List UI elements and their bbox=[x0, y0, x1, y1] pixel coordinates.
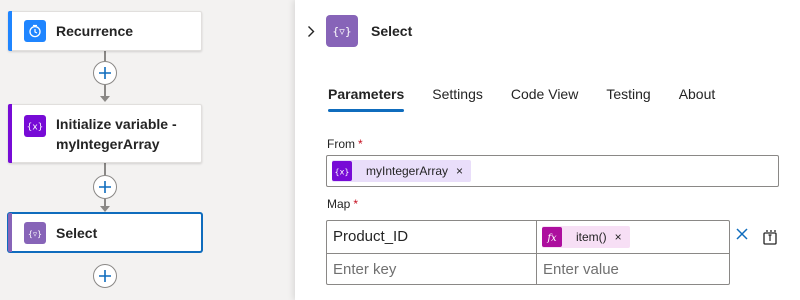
map-value-input[interactable]: Enter value bbox=[537, 254, 730, 286]
svg-text:{▿}: {▿} bbox=[332, 25, 352, 38]
map-key-input[interactable]: Enter key bbox=[327, 254, 536, 286]
clock-icon bbox=[24, 20, 46, 42]
arrow-down-icon bbox=[100, 206, 110, 212]
map-table: Product_ID fx item() × Enter key Enter v… bbox=[326, 220, 730, 285]
token-remove-button[interactable]: × bbox=[456, 164, 463, 178]
map-value-input[interactable]: fx item() × bbox=[537, 221, 730, 253]
plus-icon bbox=[99, 270, 111, 282]
svg-text:fx: fx bbox=[546, 233, 557, 244]
fx-icon: fx bbox=[542, 227, 562, 247]
required-mark: * bbox=[353, 197, 359, 211]
map-label-text: Map bbox=[327, 197, 351, 211]
variable-icon: {x} bbox=[24, 114, 46, 137]
step-accent-bar bbox=[8, 213, 12, 252]
flow-step-initialize-variable[interactable]: {x} Initialize variable - myIntegerArray bbox=[8, 104, 202, 163]
connector-line bbox=[104, 51, 106, 61]
token-remove-button[interactable]: × bbox=[615, 230, 622, 244]
tab-testing[interactable]: Testing bbox=[606, 84, 650, 112]
variable-icon: {x} bbox=[332, 161, 352, 181]
plus-icon bbox=[99, 181, 111, 193]
delete-row-button[interactable] bbox=[733, 225, 751, 243]
flow-canvas: Recurrence {x} Initialize variable - myI… bbox=[0, 0, 295, 300]
svg-text:{x}: {x} bbox=[335, 168, 350, 177]
token-label: myIntegerArray bbox=[366, 164, 449, 178]
plus-icon bbox=[99, 67, 111, 79]
panel-title: Select bbox=[371, 23, 413, 39]
map-key-input[interactable]: Product_ID bbox=[327, 221, 536, 253]
add-step-button[interactable] bbox=[93, 175, 117, 199]
flow-step-recurrence[interactable]: Recurrence bbox=[8, 11, 202, 51]
switch-to-text-mode-button[interactable] bbox=[761, 228, 779, 246]
key-placeholder: Enter key bbox=[333, 261, 397, 278]
step-title: Recurrence bbox=[56, 23, 134, 39]
token-label: item() bbox=[576, 230, 607, 244]
required-mark: * bbox=[358, 137, 363, 151]
connector-line bbox=[104, 85, 106, 96]
data-operation-icon: {▿} bbox=[326, 15, 358, 47]
svg-text:{x}: {x} bbox=[27, 122, 43, 132]
chevron-right-icon[interactable] bbox=[304, 23, 318, 39]
add-step-button[interactable] bbox=[93, 264, 117, 288]
step-title: Initialize variable - myIntegerArray bbox=[56, 115, 177, 152]
tab-code-view[interactable]: Code View bbox=[511, 84, 578, 112]
map-key-value: Product_ID bbox=[333, 228, 409, 245]
tab-parameters[interactable]: Parameters bbox=[328, 84, 405, 112]
variable-token[interactable]: {x} myIntegerArray × bbox=[332, 160, 472, 182]
step-accent-bar bbox=[8, 11, 12, 51]
tab-settings[interactable]: Settings bbox=[432, 84, 483, 112]
add-step-button[interactable] bbox=[93, 61, 117, 85]
from-input[interactable]: {x} myIntegerArray × bbox=[326, 155, 779, 187]
tab-list: Parameters Settings Code View Testing Ab… bbox=[328, 84, 743, 112]
value-placeholder: Enter value bbox=[543, 261, 619, 278]
connector-line bbox=[104, 163, 106, 175]
from-label-text: From bbox=[327, 137, 355, 151]
data-operation-icon: {▿} bbox=[24, 221, 46, 244]
map-label: Map * bbox=[327, 196, 358, 212]
action-details-panel: {▿} Select Parameters Settings Code View… bbox=[295, 0, 800, 300]
tab-about[interactable]: About bbox=[679, 84, 716, 112]
close-icon bbox=[736, 228, 748, 240]
step-accent-bar bbox=[8, 104, 12, 163]
text-mode-icon bbox=[763, 230, 777, 245]
arrow-down-icon bbox=[100, 96, 110, 102]
svg-text:{▿}: {▿} bbox=[28, 229, 42, 238]
expression-token[interactable]: fx item() × bbox=[542, 226, 630, 248]
step-title: Select bbox=[56, 224, 98, 241]
flow-step-select[interactable]: {▿} Select bbox=[8, 213, 202, 252]
from-label: From * bbox=[327, 136, 363, 152]
